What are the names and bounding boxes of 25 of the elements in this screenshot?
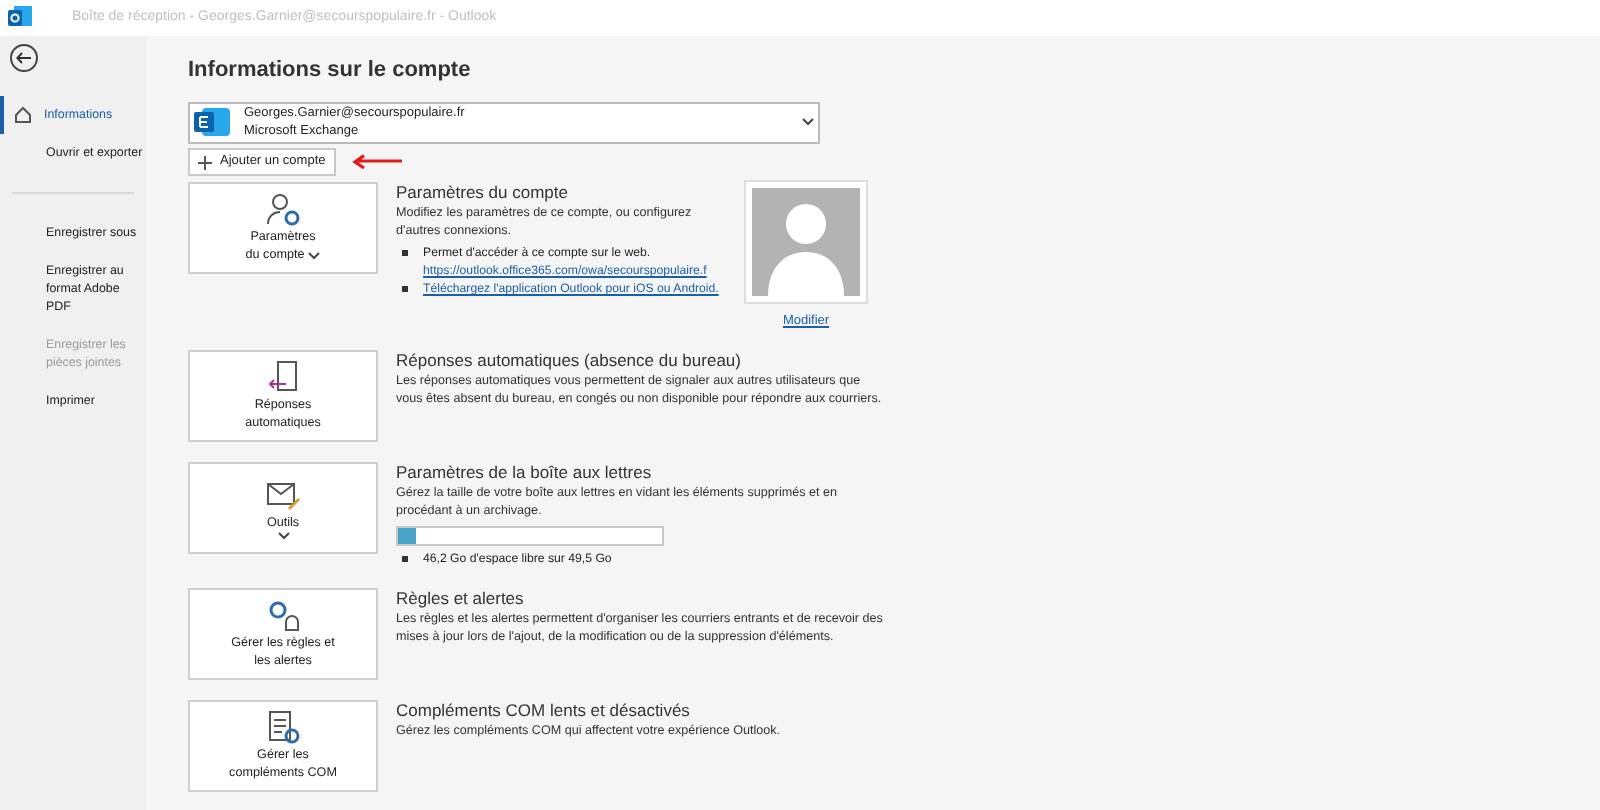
back-arrow-icon: [16, 52, 32, 64]
page-title: Informations sur le compte: [188, 56, 473, 86]
section-title: Paramètres de la boîte aux lettres: [396, 460, 654, 484]
caret-icon: [802, 118, 814, 127]
door-arrow-icon: [265, 360, 301, 396]
caret-icon: [277, 531, 289, 539]
section-title: Règles et alertes: [396, 586, 526, 610]
bullet-icon: [402, 556, 407, 561]
section-title: Paramètres du compte: [396, 180, 570, 205]
exchange-logo-icon: [194, 108, 230, 137]
bullet-icon: [402, 250, 407, 256]
annotation-arrow: [351, 154, 404, 171]
app-logo-icon: [8, 6, 32, 30]
section-title: Compléments COM lents et désactivés: [396, 698, 692, 722]
profile-photo-placeholder-icon: [744, 180, 868, 305]
bullet-icon: [402, 286, 407, 292]
home-icon: [14, 106, 32, 124]
envelope-tool-icon: [265, 477, 301, 513]
gear-bell-icon: [265, 598, 301, 634]
user-gear-icon: [265, 192, 301, 229]
back-button[interactable]: [10, 44, 38, 72]
section-title: Réponses automatiques (absence du bureau): [396, 348, 743, 372]
plus-icon: [198, 155, 212, 170]
list-gear-icon: [265, 710, 301, 746]
caret-icon: [308, 251, 321, 260]
